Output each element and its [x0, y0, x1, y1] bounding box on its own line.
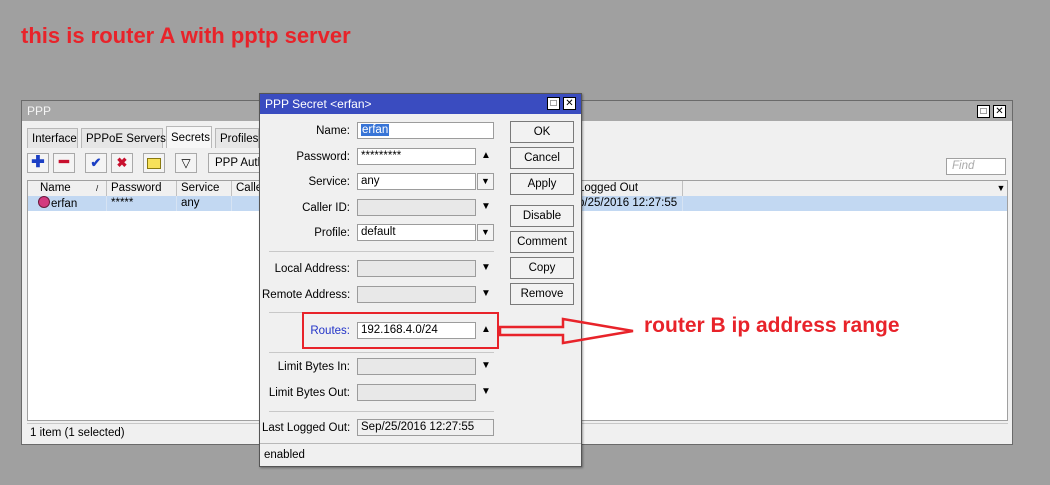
- remote-address-field[interactable]: [357, 286, 476, 303]
- cell-logged-out: p/25/2016 12:27:55: [578, 196, 683, 211]
- disable-button[interactable]: ✖: [111, 153, 133, 173]
- limit-bytes-out-field[interactable]: [357, 384, 476, 401]
- last-logged-out-field: Sep/25/2016 12:27:55: [357, 419, 494, 436]
- profile-select[interactable]: default: [357, 224, 476, 241]
- limit-bytes-in-dropdown-icon[interactable]: ▼: [480, 360, 492, 372]
- routes-collapse-arrow-icon[interactable]: ▲: [480, 324, 492, 336]
- filter-button[interactable]: ▽: [175, 153, 197, 173]
- dialog-status-bar: enabled: [260, 443, 581, 466]
- password-field[interactable]: *********: [357, 148, 476, 165]
- filter-icon: ▽: [181, 156, 191, 170]
- window-title: PPP: [27, 104, 52, 118]
- dialog-maximize-button[interactable]: □: [547, 97, 560, 110]
- ok-button[interactable]: OK: [510, 121, 574, 143]
- name-field-value: erfan: [361, 124, 390, 136]
- profile-label: Profile:: [314, 227, 350, 239]
- cell-service: any: [177, 196, 232, 211]
- col-service[interactable]: Service: [177, 181, 232, 196]
- routes-field[interactable]: 192.168.4.0/24: [357, 322, 476, 339]
- profile-dropdown-button[interactable]: ▼: [477, 224, 494, 241]
- limit-bytes-out-dropdown-icon[interactable]: ▼: [480, 386, 492, 398]
- user-icon: [38, 196, 50, 208]
- col-logged-out[interactable]: Logged Out: [578, 181, 683, 196]
- disable-button[interactable]: Disable: [510, 205, 574, 227]
- check-icon: ✔: [90, 155, 102, 170]
- apply-button[interactable]: Apply: [510, 173, 574, 195]
- comment-button[interactable]: Comment: [510, 231, 574, 253]
- copy-button[interactable]: Copy: [510, 257, 574, 279]
- tab-pppoe-servers[interactable]: PPPoE Servers: [81, 128, 166, 148]
- limit-bytes-out-label: Limit Bytes Out:: [268, 387, 350, 399]
- separator: [269, 352, 494, 353]
- annotation-arrow-icon: [498, 317, 634, 345]
- add-button[interactable]: ✚: [27, 153, 49, 173]
- comment-button[interactable]: [143, 153, 165, 173]
- tab-secrets[interactable]: Secrets: [166, 126, 212, 148]
- local-address-dropdown-icon[interactable]: ▼: [480, 262, 492, 274]
- service-dropdown-button[interactable]: ▼: [477, 173, 494, 190]
- local-address-label: Local Address:: [274, 263, 350, 275]
- top-annotation: this is router A with pptp server: [21, 23, 351, 48]
- column-menu-icon[interactable]: ▼: [995, 181, 1007, 196]
- name-label: Name:: [316, 125, 350, 137]
- remove-button[interactable]: Remove: [510, 283, 574, 305]
- separator: [269, 411, 494, 412]
- caller-id-dropdown-icon[interactable]: ▼: [480, 201, 492, 213]
- note-icon: [147, 158, 161, 169]
- col-password[interactable]: Password: [107, 181, 177, 196]
- caller-id-field[interactable]: [357, 199, 476, 216]
- close-button[interactable]: ✕: [993, 105, 1006, 118]
- dialog-title: PPP Secret <erfan>: [265, 97, 372, 111]
- last-logged-out-label: Last Logged Out:: [262, 422, 351, 434]
- enable-button[interactable]: ✔: [85, 153, 107, 173]
- cell-name: erfan: [28, 196, 107, 211]
- routes-label: Routes:: [310, 325, 350, 337]
- find-input[interactable]: Find: [946, 158, 1006, 175]
- col-name[interactable]: Name /: [28, 181, 107, 196]
- dialog-close-button[interactable]: ✕: [563, 97, 576, 110]
- remove-button[interactable]: ━: [53, 153, 75, 173]
- limit-bytes-in-label: Limit Bytes In:: [277, 361, 350, 373]
- maximize-button[interactable]: □: [977, 105, 990, 118]
- password-label: Password:: [296, 151, 350, 163]
- cancel-button[interactable]: Cancel: [510, 147, 574, 169]
- local-address-field[interactable]: [357, 260, 476, 277]
- minus-icon: ━: [59, 154, 69, 171]
- caller-id-label: Caller ID:: [302, 202, 350, 214]
- route-annotation: router B ip address range: [644, 314, 900, 337]
- service-label: Service:: [308, 176, 350, 188]
- separator: [269, 251, 494, 252]
- dialog-titlebar: PPP Secret <erfan> □ ✕: [260, 94, 581, 114]
- limit-bytes-in-field[interactable]: [357, 358, 476, 375]
- service-select[interactable]: any: [357, 173, 476, 190]
- x-icon: ✖: [116, 155, 128, 170]
- tab-interface[interactable]: Interface: [27, 128, 78, 148]
- tab-profiles[interactable]: Profiles: [215, 128, 259, 148]
- name-field[interactable]: erfan: [357, 122, 494, 139]
- remote-address-label: Remote Address:: [262, 289, 351, 301]
- ppp-secret-dialog: PPP Secret <erfan> □ ✕ Name: erfan Passw…: [259, 93, 582, 467]
- cell-password: *****: [107, 196, 177, 211]
- password-hide-arrow-icon[interactable]: ▲: [480, 150, 492, 162]
- plus-icon: ✚: [31, 154, 45, 171]
- remote-address-dropdown-icon[interactable]: ▼: [480, 288, 492, 300]
